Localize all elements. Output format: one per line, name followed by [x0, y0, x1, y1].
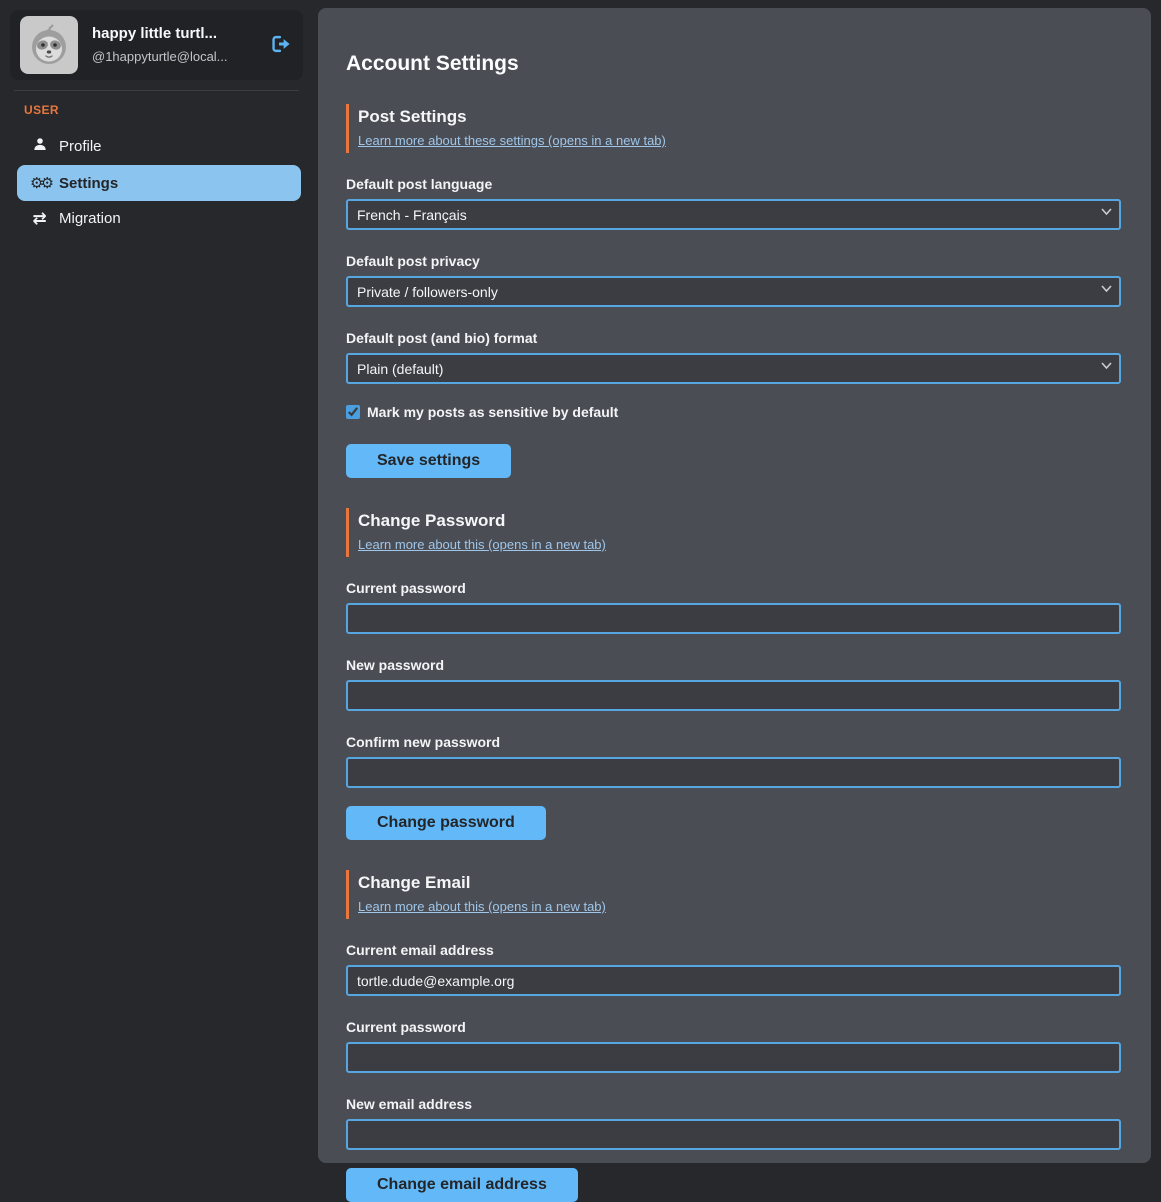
field-label: Default post language [346, 175, 1121, 193]
section-header: Change Email Learn more about this (open… [346, 870, 1121, 919]
form-group-confirm-new-password: Confirm new password [346, 733, 1121, 788]
user-meta: happy little turtl... @1happyturtle@loca… [92, 24, 252, 66]
new-email-input[interactable] [346, 1119, 1121, 1150]
form-group-default-post-privacy: Default post privacy Private / followers… [346, 252, 1121, 307]
save-settings-button[interactable]: Save settings [346, 444, 511, 478]
learn-more-link[interactable]: Learn more about this (opens in a new ta… [358, 898, 606, 915]
sidebar-item-label: Migration [59, 210, 121, 227]
change-password-section: Change Password Learn more about this (o… [346, 508, 1121, 840]
email-current-password-input[interactable] [346, 1042, 1121, 1073]
sidebar-divider [14, 90, 299, 91]
user-card[interactable]: happy little turtl... @1happyturtle@loca… [10, 10, 303, 80]
section-heading: Change Email [358, 872, 1121, 894]
sign-out-icon [268, 33, 291, 55]
form-group-new-email: New email address [346, 1095, 1121, 1150]
learn-more-link[interactable]: Learn more about these settings (opens i… [358, 132, 666, 149]
form-group-email-current-password: Current password [346, 1018, 1121, 1073]
section-header: Change Password Learn more about this (o… [346, 508, 1121, 557]
gears-icon: ⚙⚙ [30, 174, 49, 192]
sidebar-item-migration[interactable]: ⇄ Migration [17, 201, 301, 236]
change-password-button[interactable]: Change password [346, 806, 546, 840]
sensitive-checkbox-row: Mark my posts as sensitive by default [346, 404, 1121, 420]
avatar [20, 16, 78, 74]
select-wrap: Plain (default) [346, 353, 1121, 384]
field-label: New email address [346, 1095, 1121, 1113]
field-label: Default post (and bio) format [346, 329, 1121, 347]
change-email-section: Change Email Learn more about this (open… [346, 870, 1121, 1202]
user-name: happy little turtl... [92, 24, 252, 44]
new-password-input[interactable] [346, 680, 1121, 711]
field-label: New password [346, 656, 1121, 674]
confirm-new-password-input[interactable] [346, 757, 1121, 788]
default-post-format-select[interactable]: Plain (default) [346, 353, 1121, 384]
checkbox-label[interactable]: Mark my posts as sensitive by default [367, 404, 618, 420]
sidebar-item-label: Profile [59, 138, 102, 155]
page-title: Account Settings [346, 52, 1121, 76]
field-label: Default post privacy [346, 252, 1121, 270]
sidebar-nav: USER Profile ⚙⚙ Settings ⇄ Migration [17, 103, 301, 236]
field-label: Confirm new password [346, 733, 1121, 751]
current-password-input[interactable] [346, 603, 1121, 634]
default-post-language-select[interactable]: French - Français [346, 199, 1121, 230]
form-group-default-post-language: Default post language French - Français [346, 175, 1121, 230]
mark-sensitive-checkbox[interactable] [346, 405, 360, 419]
sidebar-item-profile[interactable]: Profile [17, 127, 301, 165]
account-settings-panel: Account Settings Post Settings Learn mor… [318, 8, 1151, 1163]
logout-button[interactable] [266, 31, 293, 60]
user-handle: @1happyturtle@local... [92, 48, 252, 66]
field-label: Current password [346, 579, 1121, 597]
user-icon [30, 136, 49, 156]
change-email-button[interactable]: Change email address [346, 1168, 578, 1202]
select-wrap: French - Français [346, 199, 1121, 230]
form-group-default-post-format: Default post (and bio) format Plain (def… [346, 329, 1121, 384]
section-heading: Change Password [358, 510, 1121, 532]
post-settings-section: Post Settings Learn more about these set… [346, 104, 1121, 478]
current-email-input[interactable] [346, 965, 1121, 996]
nav-section-label: USER [17, 103, 301, 117]
field-label: Current password [346, 1018, 1121, 1036]
select-wrap: Private / followers-only [346, 276, 1121, 307]
form-group-new-password: New password [346, 656, 1121, 711]
sidebar-item-label: Settings [59, 175, 118, 192]
form-group-current-password: Current password [346, 579, 1121, 634]
sidebar: happy little turtl... @1happyturtle@loca… [0, 0, 318, 1176]
form-group-current-email: Current email address [346, 941, 1121, 996]
default-post-privacy-select[interactable]: Private / followers-only [346, 276, 1121, 307]
sidebar-item-settings[interactable]: ⚙⚙ Settings [17, 165, 301, 201]
section-heading: Post Settings [358, 106, 1121, 128]
section-header: Post Settings Learn more about these set… [346, 104, 1121, 153]
transfer-arrows-icon: ⇄ [30, 212, 49, 226]
learn-more-link[interactable]: Learn more about this (opens in a new ta… [358, 536, 606, 553]
field-label: Current email address [346, 941, 1121, 959]
